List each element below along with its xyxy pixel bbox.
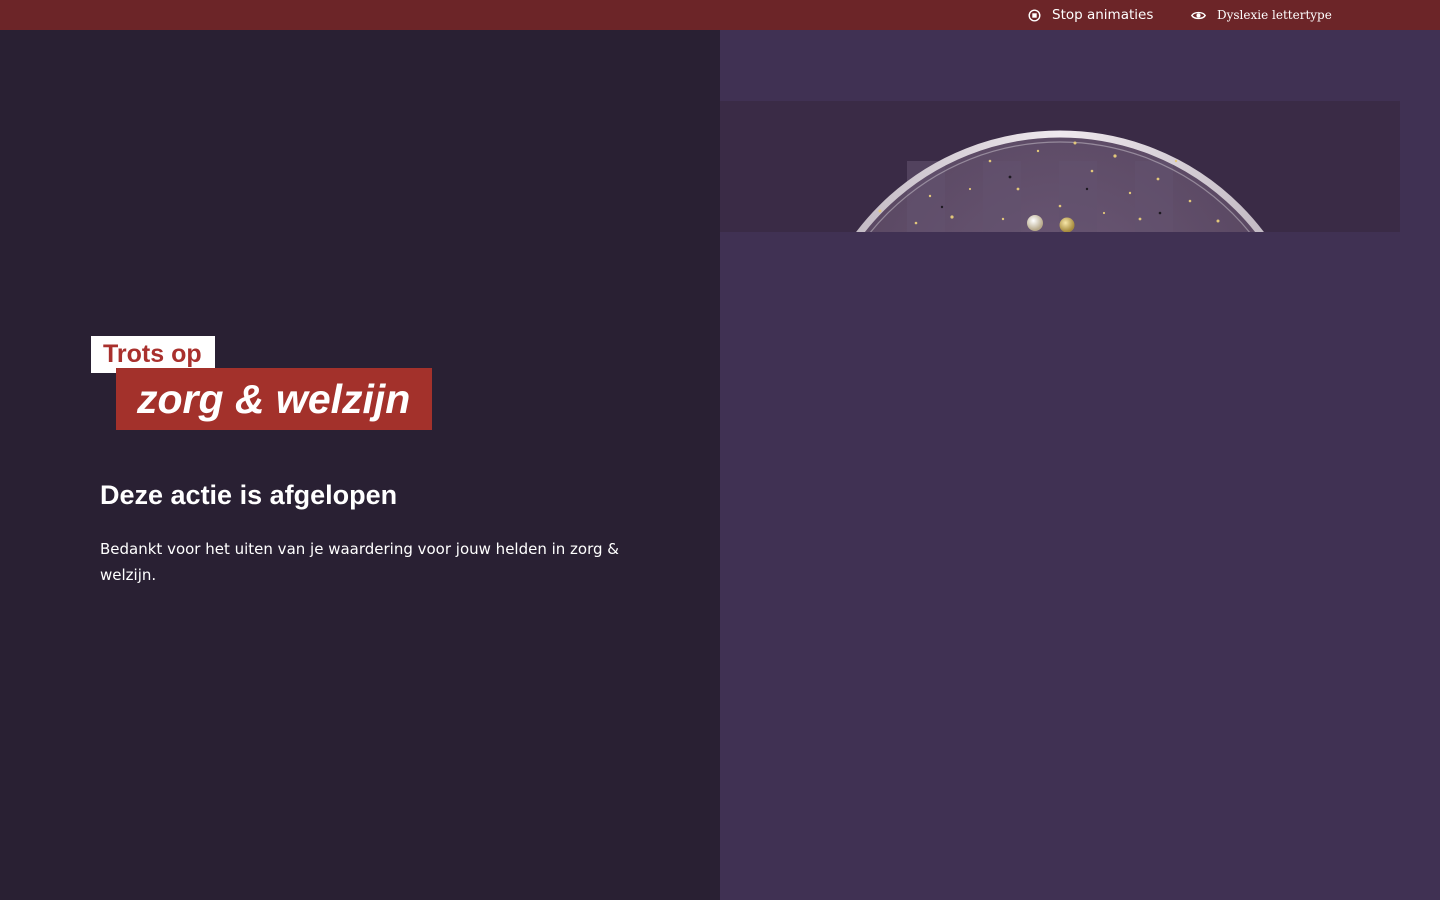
stop-animations-label: Stop animaties — [1052, 7, 1154, 23]
accessibility-bar: Stop animaties Dyslexie lettertype — [0, 0, 1440, 30]
left-panel — [0, 30, 720, 900]
right-panel — [720, 30, 1440, 900]
stop-circle-icon — [1028, 8, 1041, 22]
snow-globe-image — [720, 101, 1400, 232]
dyslexia-font-button[interactable]: Dyslexie lettertype — [1191, 0, 1332, 30]
eye-icon — [1191, 10, 1206, 21]
page-heading: Deze actie is afgelopen — [100, 480, 398, 510]
thank-you-text: Bedankt voor het uiten van je waardering… — [100, 540, 619, 584]
snow-globe-illustration — [856, 130, 1264, 232]
dyslexia-font-label: Dyslexie lettertype — [1217, 8, 1332, 22]
hero-tag-big: zorg & welzijn — [116, 368, 433, 430]
stop-animations-button[interactable]: Stop animaties — [1028, 0, 1153, 30]
